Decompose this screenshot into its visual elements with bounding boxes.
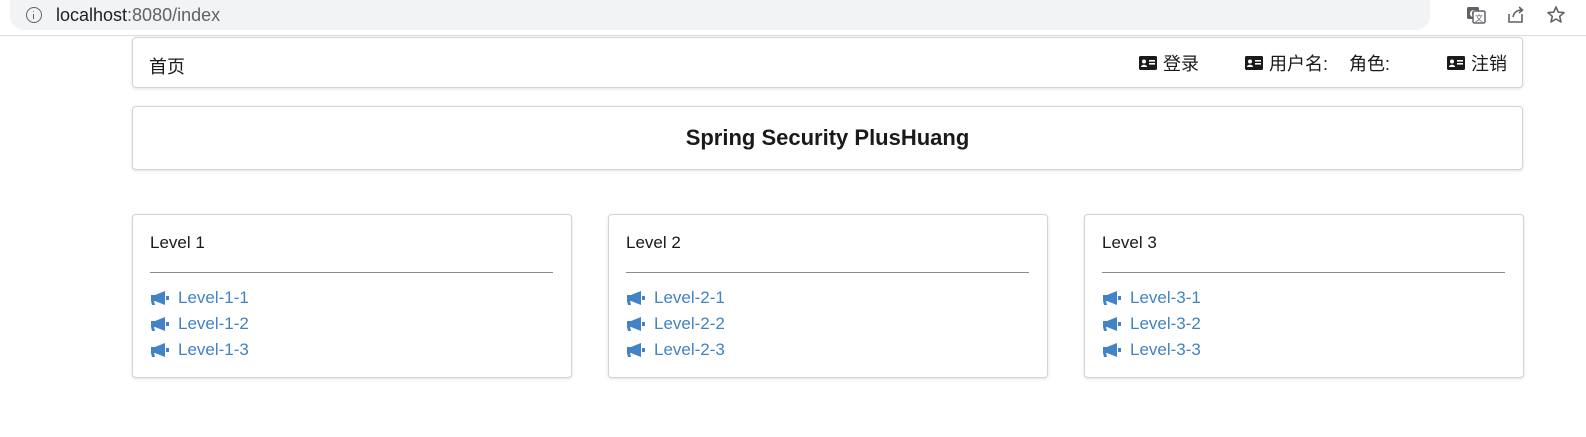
level-link-list: Level-3-1 Level-3-2 Level-3-3 xyxy=(1102,285,1201,363)
divider xyxy=(1102,272,1505,273)
divider xyxy=(150,272,553,273)
browser-actions: G 文 xyxy=(1466,2,1566,28)
bullhorn-icon xyxy=(151,291,169,305)
level-link[interactable]: Level-1-1 xyxy=(150,285,249,311)
nav-username: 用户名: xyxy=(1245,50,1328,76)
nav-login-label: 登录 xyxy=(1163,54,1199,74)
level-link-label: Level-1-2 xyxy=(178,314,249,333)
bullhorn-icon xyxy=(627,317,645,331)
level-link[interactable]: Level-2-2 xyxy=(626,311,725,337)
url-host: localhost xyxy=(56,4,128,25)
star-icon[interactable] xyxy=(1546,5,1566,25)
browser-address-bar: localhost:8080/index G 文 xyxy=(0,0,1586,36)
level-link[interactable]: Level-2-1 xyxy=(626,285,725,311)
id-card-icon xyxy=(1245,56,1263,70)
level-header: Level 3 xyxy=(1102,233,1157,252)
level-link[interactable]: Level-1-2 xyxy=(150,311,249,337)
id-card-icon xyxy=(1447,56,1465,70)
level-link-label: Level-3-2 xyxy=(1130,314,1201,333)
nav-role-label: 角色: xyxy=(1349,54,1391,74)
level-link-list: Level-2-1 Level-2-2 Level-2-3 xyxy=(626,285,725,363)
level-link[interactable]: Level-3-1 xyxy=(1102,285,1201,311)
page-title: Spring Security PlusHuang xyxy=(685,125,970,150)
level-link[interactable]: Level-2-3 xyxy=(626,337,725,363)
nav-logout-label: 注销 xyxy=(1471,54,1507,74)
title-card: Spring Security PlusHuang xyxy=(132,106,1523,170)
level-card-1: Level 1 Level-1-1 Level-1-2 Level-1-3 xyxy=(132,214,572,378)
level-link[interactable]: Level-3-2 xyxy=(1102,311,1201,337)
bullhorn-icon xyxy=(1103,317,1121,331)
nav-username-label: 用户名: xyxy=(1269,54,1329,74)
level-link-label: Level-3-3 xyxy=(1130,340,1201,359)
nav-role: 角色: xyxy=(1349,50,1390,76)
url-omnibox[interactable]: localhost:8080/index xyxy=(10,0,1430,30)
top-nav: 首页 登录 用户名: 角色: 注销 xyxy=(132,37,1523,88)
id-card-icon xyxy=(1139,56,1157,70)
level-card-2: Level 2 Level-2-1 Level-2-2 Level-2-3 xyxy=(608,214,1048,378)
bullhorn-icon xyxy=(151,317,169,331)
level-link-label: Level-3-1 xyxy=(1130,288,1201,307)
level-link[interactable]: Level-3-3 xyxy=(1102,337,1201,363)
bullhorn-icon xyxy=(627,291,645,305)
level-link[interactable]: Level-1-3 xyxy=(150,337,249,363)
url-text[interactable]: localhost:8080/index xyxy=(56,5,220,26)
bullhorn-icon xyxy=(627,343,645,357)
level-link-label: Level-2-3 xyxy=(654,340,725,359)
level-link-label: Level-1-1 xyxy=(178,288,249,307)
level-card-3: Level 3 Level-3-1 Level-3-2 Level-3-3 xyxy=(1084,214,1524,378)
level-link-label: Level-2-2 xyxy=(654,314,725,333)
bullhorn-icon xyxy=(1103,291,1121,305)
share-icon[interactable] xyxy=(1506,5,1526,25)
bullhorn-icon xyxy=(151,343,169,357)
level-link-label: Level-2-1 xyxy=(654,288,725,307)
nav-home-link[interactable]: 首页 xyxy=(149,53,185,79)
nav-login-link[interactable]: 登录 xyxy=(1139,50,1199,76)
bullhorn-icon xyxy=(1103,343,1121,357)
svg-text:文: 文 xyxy=(1475,13,1483,23)
divider xyxy=(626,272,1029,273)
translate-icon[interactable]: G 文 xyxy=(1466,5,1486,25)
nav-logout-link[interactable]: 注销 xyxy=(1447,50,1507,76)
level-link-label: Level-1-3 xyxy=(178,340,249,359)
level-header: Level 1 xyxy=(150,233,205,252)
level-link-list: Level-1-1 Level-1-2 Level-1-3 xyxy=(150,285,249,363)
info-icon[interactable] xyxy=(26,7,42,23)
url-path: :8080/index xyxy=(127,4,221,25)
level-header: Level 2 xyxy=(626,233,681,252)
